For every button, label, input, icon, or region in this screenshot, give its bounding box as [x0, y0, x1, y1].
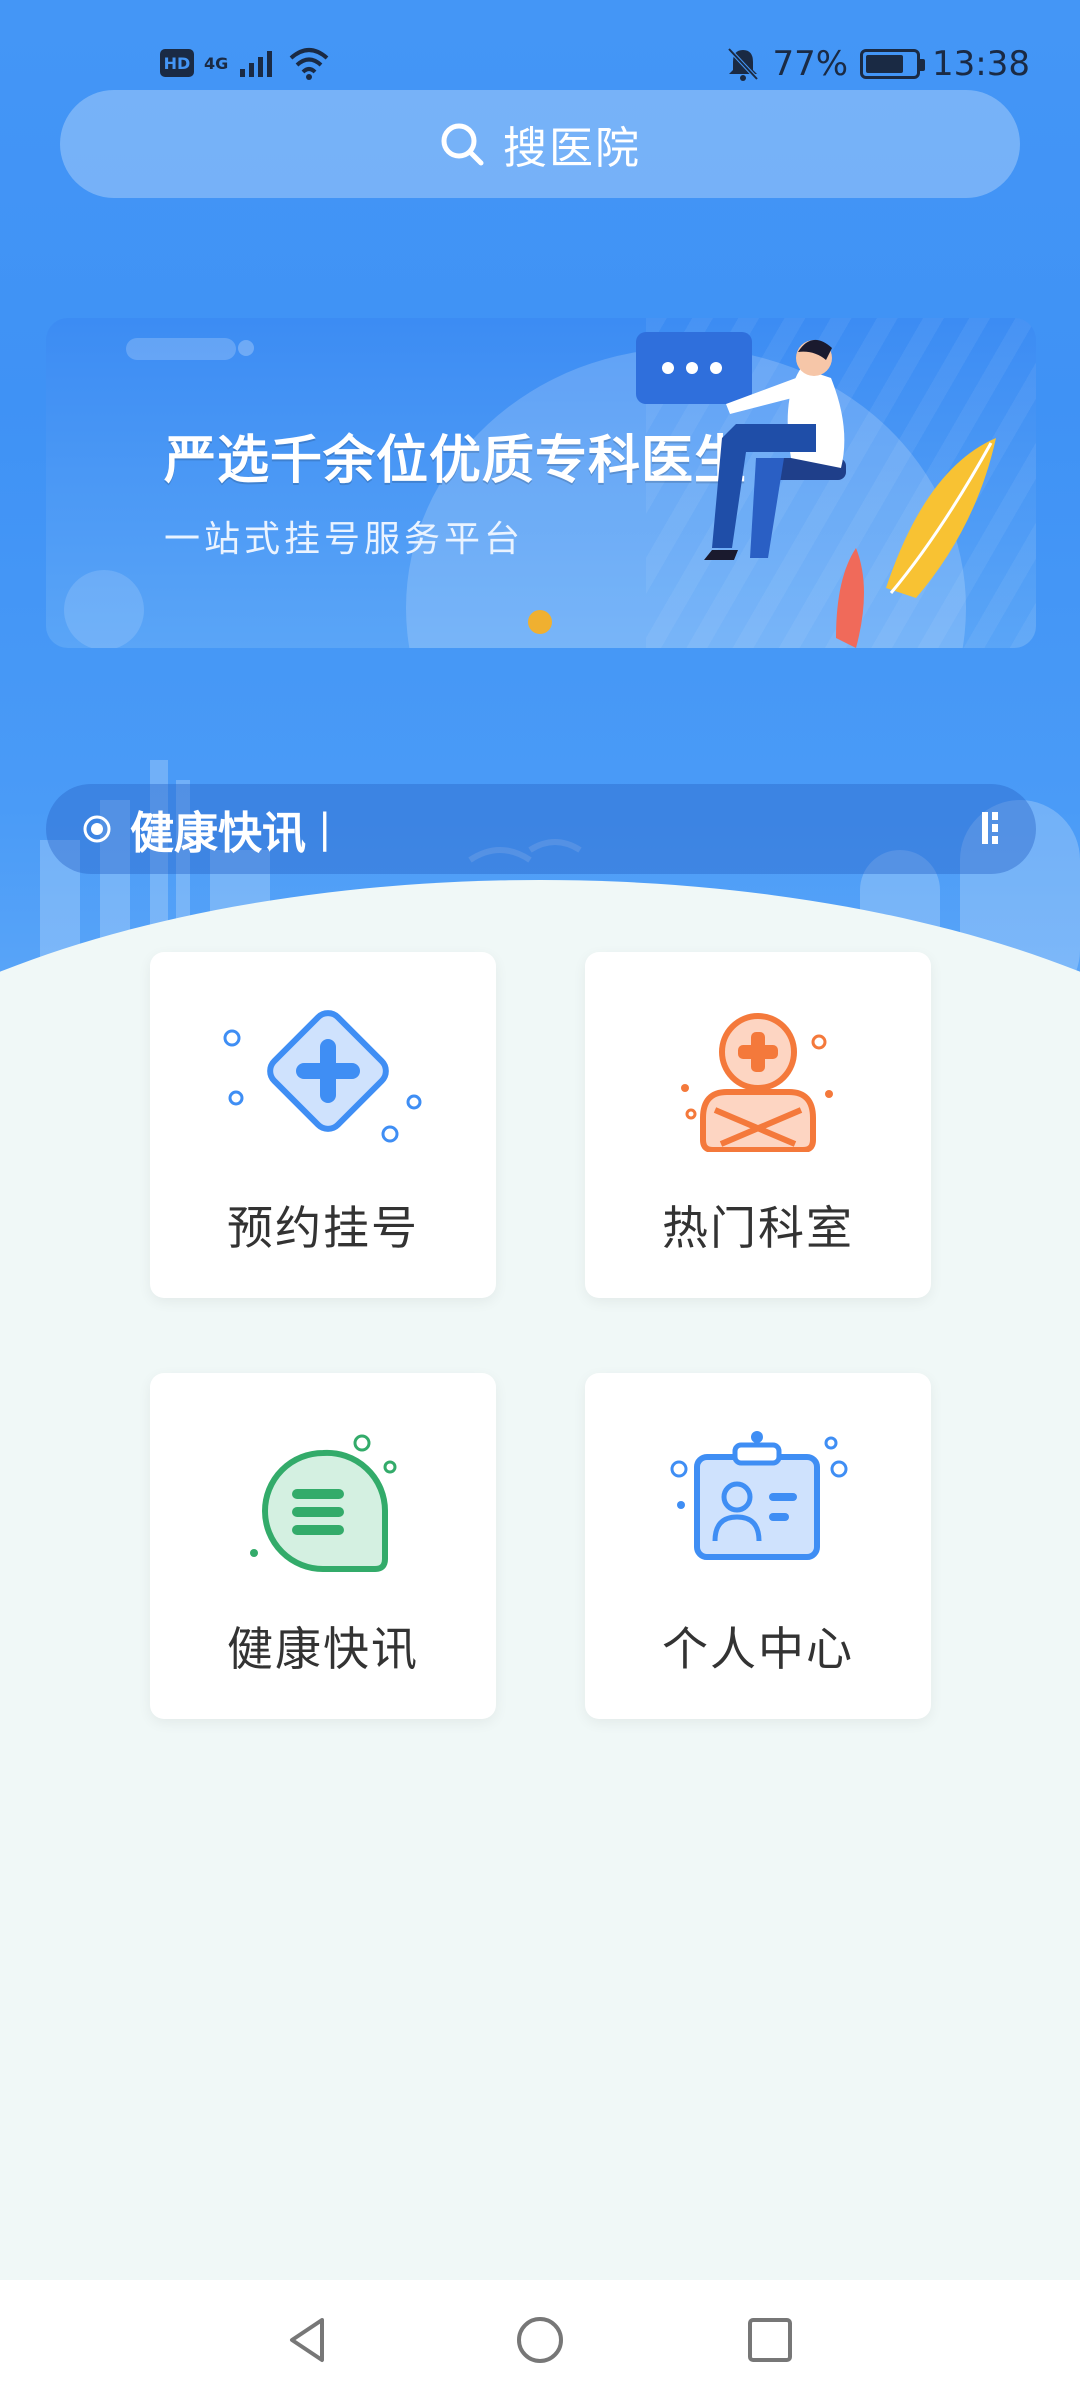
- wifi-icon: [289, 48, 329, 80]
- signal-icon: [240, 51, 273, 77]
- recent-apps-icon[interactable]: [740, 2310, 800, 2370]
- mute-bell-icon: [727, 47, 759, 81]
- ticker-label: 健康快讯: [130, 808, 306, 859]
- card-personal-center[interactable]: 个人中心: [585, 1373, 931, 1719]
- battery-percent: 77%: [772, 44, 849, 84]
- search-bar[interactable]: 搜医院: [60, 90, 1020, 198]
- search-icon: [441, 123, 484, 166]
- card-label: 预约挂号: [227, 1201, 419, 1255]
- radio-dot-icon: [83, 815, 111, 843]
- card-health-news[interactable]: 健康快讯: [150, 1373, 496, 1719]
- clock: 13:38: [932, 44, 1030, 84]
- id-card-icon: [670, 1431, 848, 1560]
- card-label: 个人中心: [662, 1622, 854, 1676]
- card-appointment[interactable]: 预约挂号: [150, 952, 496, 1298]
- cloud-decoration: [126, 338, 254, 360]
- doctor-icon: [681, 1013, 833, 1152]
- hd-indicator: HD: [160, 49, 194, 77]
- promo-banner[interactable]: 严选千余位优质专科医生 一站式挂号服务平台: [46, 318, 1036, 648]
- message-icon: [250, 1434, 397, 1572]
- network-type: 4G: [204, 53, 229, 73]
- doctor-illustration: [636, 332, 996, 648]
- ticker-cursor: |: [318, 806, 332, 852]
- system-navigation-bar: [0, 2280, 1080, 2400]
- battery-icon: [860, 49, 926, 79]
- search-label: 搜医院: [503, 123, 641, 174]
- news-ticker[interactable]: 健康快讯 |: [46, 784, 1036, 874]
- carousel-indicator: [528, 610, 552, 634]
- card-label: 热门科室: [662, 1201, 854, 1255]
- banner-subtitle: 一站式挂号服务平台: [164, 519, 525, 560]
- hero-header: HD 4G 77% 13:38 搜医院 严选千余位优质专科医生 一站式挂号服务平…: [0, 0, 1080, 1010]
- back-icon[interactable]: [278, 2310, 338, 2370]
- register-plus-icon: [223, 1010, 422, 1143]
- card-label: 健康快讯: [227, 1622, 419, 1676]
- home-icon[interactable]: [510, 2310, 570, 2370]
- battery-level: [866, 55, 904, 73]
- more-icon[interactable]: [980, 808, 1002, 848]
- card-departments[interactable]: 热门科室: [585, 952, 931, 1298]
